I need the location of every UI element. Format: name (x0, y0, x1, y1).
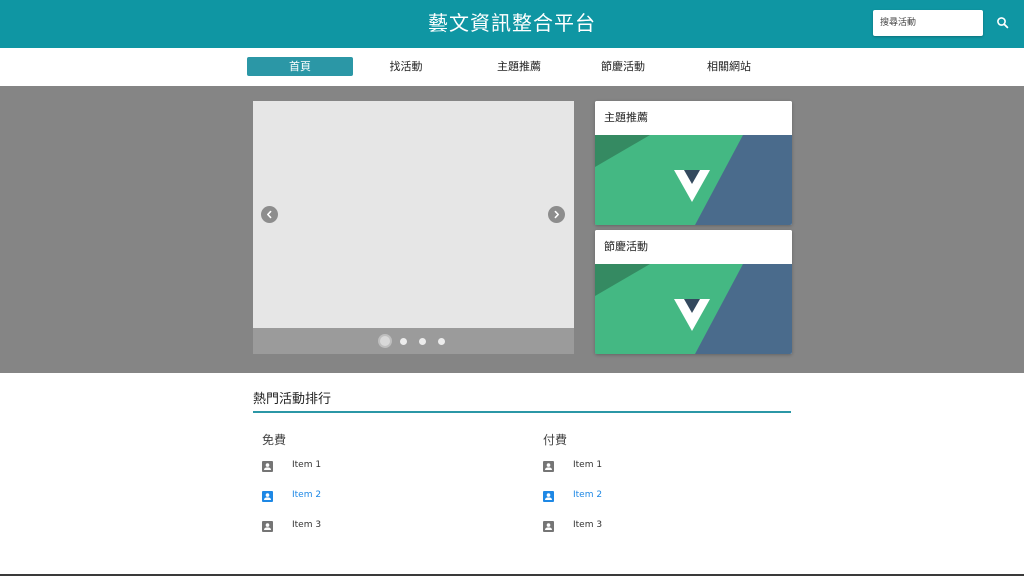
card-title: 節慶活動 (595, 230, 792, 264)
free-column-title: 免費 (262, 433, 287, 447)
card-festival-events[interactable]: 節慶活動 (595, 230, 792, 354)
carousel-indicators (253, 328, 574, 354)
list-item[interactable]: Item 3 (262, 517, 462, 537)
list-item-label: Item 1 (292, 460, 322, 470)
carousel-dot[interactable] (419, 338, 426, 345)
carousel (253, 101, 574, 354)
vue-logo-icon (595, 135, 792, 225)
list-item-label: Item 2 (573, 490, 603, 500)
chevron-right-icon[interactable] (548, 206, 565, 223)
list-item-label: Item 3 (292, 520, 322, 530)
list-item[interactable]: Item 2 (262, 487, 462, 507)
vue-logo-icon (595, 264, 792, 354)
app-header: 藝文資訊整合平台 (0, 0, 1024, 48)
carousel-slide (253, 101, 574, 328)
carousel-dot[interactable] (438, 338, 445, 345)
chevron-left-icon[interactable] (261, 206, 278, 223)
card-theme-recommend[interactable]: 主題推薦 (595, 101, 792, 225)
search-icon[interactable] (994, 14, 1012, 32)
account-box-icon (543, 521, 554, 532)
list-item-label: Item 2 (292, 490, 322, 500)
ranking-divider (253, 411, 791, 413)
card-title: 主題推薦 (595, 101, 792, 135)
main-nav: 首頁 找活動 主題推薦 節慶活動 相關網站 (0, 48, 1024, 86)
site-title: 藝文資訊整合平台 (428, 11, 596, 35)
list-item[interactable]: Item 2 (543, 487, 743, 507)
list-item-label: Item 1 (573, 460, 603, 470)
nav-item-home[interactable]: 首頁 (247, 57, 353, 76)
nav-item-find-events[interactable]: 找活動 (353, 57, 459, 76)
account-box-icon (262, 461, 273, 472)
list-item[interactable]: Item 1 (262, 457, 462, 477)
account-box-icon (262, 521, 273, 532)
nav-item-related-sites[interactable]: 相關網站 (676, 57, 782, 76)
list-item[interactable]: Item 3 (543, 517, 743, 537)
list-item[interactable]: Item 1 (543, 457, 743, 477)
ranking-title: 熱門活動排行 (253, 392, 332, 407)
search-input[interactable] (873, 10, 983, 36)
nav-item-theme-recommend[interactable]: 主題推薦 (466, 57, 572, 76)
list-item-label: Item 3 (573, 520, 603, 530)
account-box-icon (543, 491, 554, 502)
carousel-dot[interactable] (400, 338, 407, 345)
carousel-dot[interactable] (380, 336, 390, 346)
nav-item-festival-events[interactable]: 節慶活動 (570, 57, 676, 76)
account-box-icon (543, 461, 554, 472)
paid-column-title: 付費 (543, 433, 568, 447)
account-box-icon (262, 491, 273, 502)
